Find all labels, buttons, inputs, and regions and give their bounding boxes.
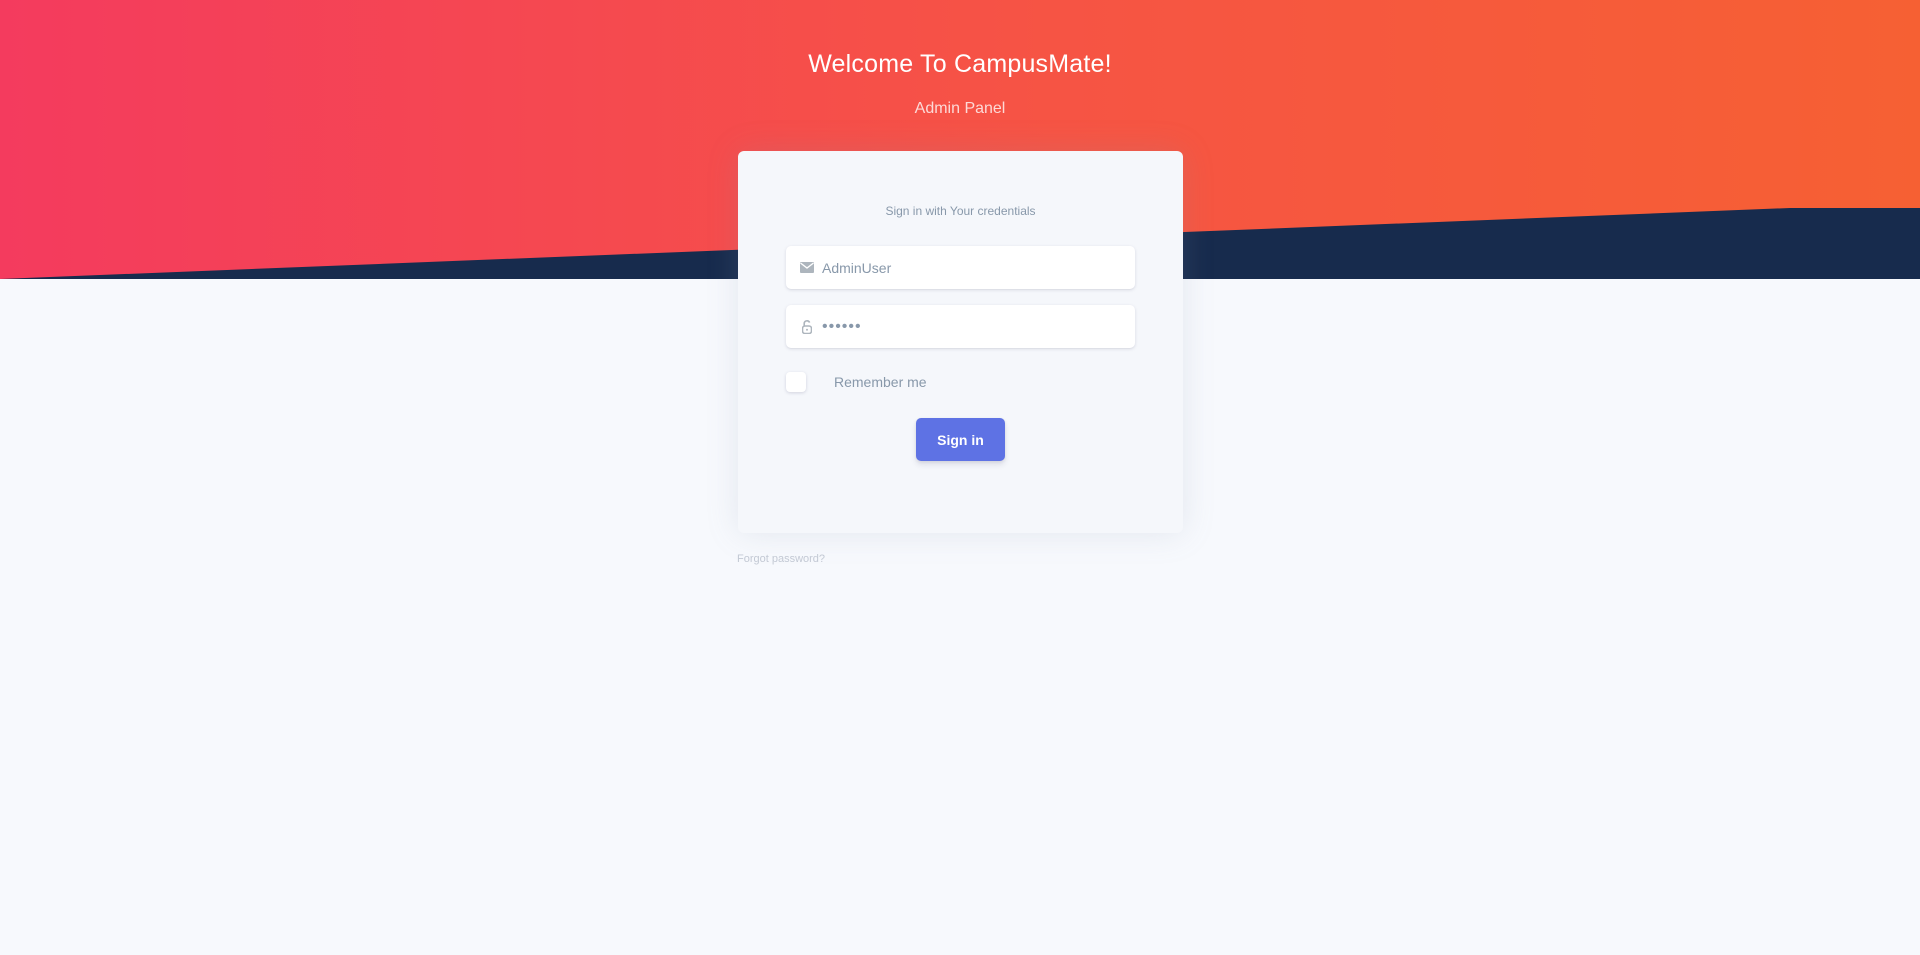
login-card: Sign in with Your credentials AdminUser … [738,151,1183,533]
remember-me: Remember me [786,371,927,393]
page-title: Welcome To CampusMate! [808,50,1112,78]
page-subtitle: Admin Panel [914,100,1006,117]
lock-icon [786,305,822,348]
forgot-password-link[interactable]: Forgot password? [737,553,825,565]
login-page: Welcome To CampusMate! Admin Panel Sign … [0,0,1920,955]
password-input-group [786,305,1135,348]
password-input[interactable] [822,305,1122,348]
login-heading: Sign in with Your credentials [885,204,1036,218]
sign-in-button[interactable]: Sign in [916,418,1005,461]
envelope-icon [786,246,822,289]
email-input-group [786,246,1135,289]
remember-me-label[interactable]: Remember me [834,374,927,390]
remember-me-checkbox[interactable] [786,372,806,392]
email-input[interactable] [822,246,1122,289]
